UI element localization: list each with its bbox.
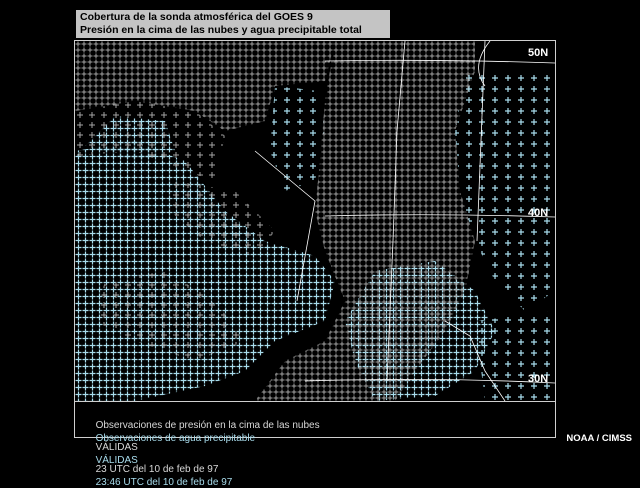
legend-water-label: Observaciones de agua precipitable: [95, 433, 256, 444]
map-canvas: [75, 41, 555, 401]
legend-water-valid: VÁLIDAS: [95, 455, 138, 466]
title-line-2: Presión en la cima de las nubes y agua p…: [80, 24, 362, 36]
latitude-label-40n: 40N: [528, 207, 549, 219]
title-line-1: Cobertura de la sonda atmosférica del GO…: [80, 11, 313, 23]
legend-water-time: 23:46 UTC del 10 de feb de 97: [95, 477, 233, 488]
legend-precipitable-water: Observaciones de agua precipitable VÁLID…: [90, 422, 256, 488]
credit-label: NOAA / CIMSS: [566, 433, 632, 444]
sounder-coverage-map: [74, 40, 556, 402]
latitude-label-50n: 50N: [528, 47, 549, 59]
map-title: Cobertura de la sonda atmosférica del GO…: [76, 10, 390, 38]
latitude-label-30n: 30N: [528, 373, 549, 385]
